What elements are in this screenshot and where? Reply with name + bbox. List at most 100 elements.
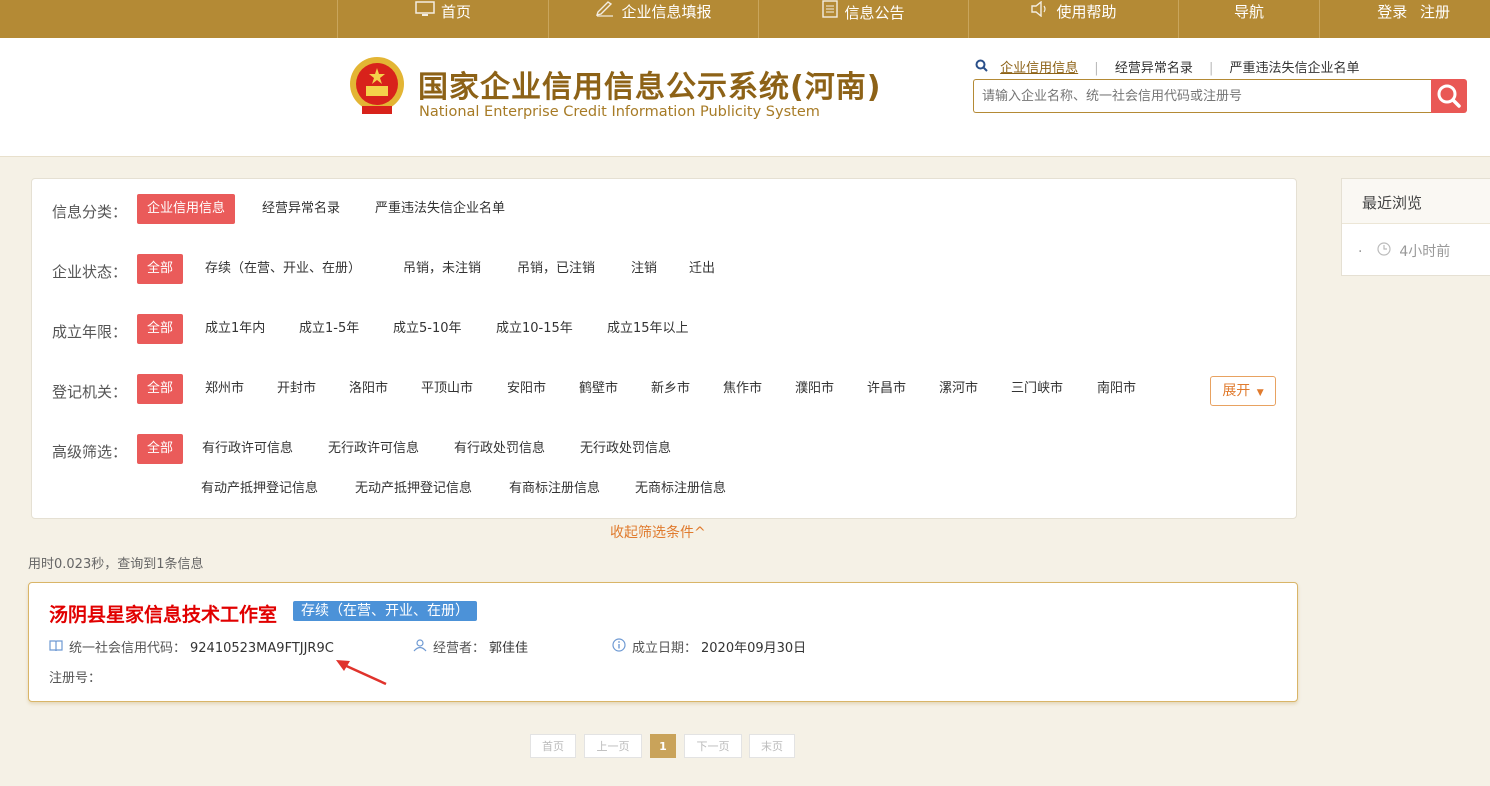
search-tab-abnormal[interactable]: 经营异常名录 — [1115, 57, 1193, 76]
nav-announcements[interactable]: 信息公告 — [758, 0, 968, 38]
tab-separator: | — [1208, 61, 1214, 76]
document-icon — [822, 0, 839, 26]
filter-option[interactable]: 严重违法失信企业名单 — [375, 194, 505, 224]
filter-option[interactable]: 濮阳市 — [795, 374, 834, 404]
filter-label: 企业状态： — [52, 263, 128, 281]
filter-option[interactable]: 三门峡市 — [1011, 374, 1063, 404]
filter-label: 信息分类： — [52, 203, 128, 221]
filter-label: 高级筛选： — [52, 443, 128, 461]
search-input[interactable] — [973, 79, 1431, 113]
page-first-button[interactable]: 首页 — [530, 734, 576, 758]
book-icon — [49, 640, 63, 656]
expand-label: 展开 — [1222, 383, 1251, 399]
operator-value: 郭佳佳 — [489, 641, 529, 656]
filter-option[interactable]: 有动产抵押登记信息 — [201, 474, 318, 504]
nav-home-label: 首页 — [440, 3, 471, 21]
recent-title: 最近浏览 — [1342, 179, 1490, 224]
national-emblem-logo — [348, 56, 406, 118]
search-button[interactable] — [1431, 79, 1467, 113]
date-field: 成立日期： 2020年09月30日 — [612, 637, 806, 656]
login-link[interactable]: 登录 — [1377, 3, 1407, 21]
filter-option[interactable]: 吊销，已注销 — [517, 254, 595, 284]
nav-navigation[interactable]: 导航 — [1178, 0, 1319, 38]
filter-option[interactable]: 成立15年以上 — [607, 314, 689, 344]
nav-help[interactable]: 使用帮助 — [968, 0, 1178, 38]
filter-option[interactable]: 存续（在营、开业、在册） — [205, 254, 361, 284]
filter-option[interactable]: 企业信用信息 — [137, 194, 236, 224]
filter-option[interactable]: 鹤壁市 — [579, 374, 618, 404]
filter-option[interactable]: 迁出 — [689, 254, 715, 284]
recent-panel: 最近浏览 · 4小时前 — [1341, 178, 1490, 276]
filter-option[interactable]: 无行政许可信息 — [328, 434, 419, 464]
search-tab-blacklist[interactable]: 严重违法失信企业名单 — [1230, 57, 1360, 76]
caret-down-icon: ▼ — [1256, 388, 1264, 398]
page-next-button[interactable]: 下一页 — [684, 734, 742, 758]
filter-label: 登记机关： — [52, 383, 128, 401]
page-current[interactable]: 1 — [650, 734, 676, 758]
filter-option[interactable]: 安阳市 — [507, 374, 546, 404]
recent-time: 4小时前 — [1399, 244, 1451, 260]
filter-option[interactable]: 有行政处罚信息 — [454, 434, 545, 464]
filter-option[interactable]: 漯河市 — [939, 374, 978, 404]
date-label: 成立日期： — [632, 641, 698, 656]
filter-option[interactable]: 南阳市 — [1097, 374, 1136, 404]
site-subtitle: National Enterprise Credit Information P… — [419, 104, 820, 120]
filter-option[interactable]: 焦作市 — [723, 374, 762, 404]
filter-option[interactable]: 全部 — [137, 434, 184, 464]
page-last-button[interactable]: 末页 — [749, 734, 795, 758]
filter-option[interactable]: 全部 — [137, 254, 184, 284]
nav-info-fill[interactable]: 企业信息填报 — [548, 0, 758, 38]
search-tab-icon — [975, 59, 988, 75]
recent-item[interactable]: · 4小时前 — [1358, 241, 1450, 261]
filter-option[interactable]: 无商标注册信息 — [635, 474, 726, 504]
filter-option[interactable]: 郑州市 — [205, 374, 244, 404]
clock-icon — [1377, 242, 1395, 260]
filter-option[interactable]: 全部 — [137, 374, 184, 404]
result-card: 汤阴县星家信息技术工作室 存续（在营、开业、在册） 统一社会信用代码： 92410… — [28, 582, 1298, 702]
nav-navigation-label: 导航 — [1233, 3, 1264, 21]
filter-option[interactable]: 成立1-5年 — [299, 314, 359, 344]
credit-code-field: 统一社会信用代码： 92410523MA9FTJJR9C — [49, 637, 334, 656]
info-icon — [612, 638, 626, 656]
collapse-filters-link[interactable]: 收起筛选条件^ — [610, 522, 706, 542]
operator-field: 经营者： 郭佳佳 — [413, 637, 528, 656]
status-badge: 存续（在营、开业、在册） — [293, 601, 477, 621]
search-stats: 用时0.023秒，查询到1条信息 — [28, 557, 204, 572]
speaker-icon — [1030, 0, 1050, 25]
reg-no-field: 注册号： — [49, 667, 101, 686]
filter-option[interactable]: 成立10-15年 — [496, 314, 573, 344]
search-tab-credit[interactable]: 企业信用信息 — [1000, 57, 1078, 76]
date-value: 2020年09月30日 — [701, 641, 807, 656]
filter-option[interactable]: 有行政许可信息 — [202, 434, 293, 464]
operator-label: 经营者： — [433, 641, 486, 656]
filter-option[interactable]: 无行政处罚信息 — [580, 434, 671, 464]
company-name-link[interactable]: 汤阴县星家信息技术工作室 — [49, 600, 277, 627]
filter-option[interactable]: 成立1年内 — [205, 314, 265, 344]
site-title: 国家企业信用信息公示系统(河南) — [418, 70, 882, 105]
expand-button[interactable]: 展开 ▼ — [1210, 376, 1276, 406]
credit-code-value: 92410523MA9FTJJR9C — [190, 641, 334, 656]
filter-option[interactable]: 注销 — [631, 254, 657, 284]
filter-option[interactable]: 开封市 — [277, 374, 316, 404]
nav-announcements-label: 信息公告 — [844, 4, 905, 22]
search-tabs: 企业信用信息 | 经营异常名录 | 严重违法失信企业名单 — [975, 57, 1360, 76]
page-prev-button[interactable]: 上一页 — [584, 734, 642, 758]
filter-option[interactable]: 平顶山市 — [421, 374, 473, 404]
filter-option[interactable]: 洛阳市 — [349, 374, 388, 404]
filter-option[interactable]: 许昌市 — [867, 374, 906, 404]
filter-option[interactable]: 新乡市 — [651, 374, 690, 404]
annotation-arrow — [336, 660, 387, 686]
filter-option[interactable]: 经营异常名录 — [262, 194, 340, 224]
tab-separator: | — [1094, 61, 1099, 76]
filter-option[interactable]: 吊销，未注销 — [403, 254, 481, 284]
filter-option[interactable]: 全部 — [137, 314, 184, 344]
top-nav: 首页 企业信息填报 信息公告 使用帮助 导航 登录 注册 — [0, 0, 1490, 38]
nav-divider — [1319, 0, 1320, 38]
filter-panel: 信息分类： 企业信用信息 经营异常名录 严重违法失信企业名单 企业状态： 全部 … — [31, 178, 1297, 519]
filter-option[interactable]: 有商标注册信息 — [509, 474, 600, 504]
register-link[interactable]: 注册 — [1420, 3, 1450, 21]
filter-option[interactable]: 成立5-10年 — [393, 314, 462, 344]
user-icon — [413, 638, 427, 656]
filter-option[interactable]: 无动产抵押登记信息 — [355, 474, 472, 504]
nav-home[interactable]: 首页 — [337, 0, 548, 38]
